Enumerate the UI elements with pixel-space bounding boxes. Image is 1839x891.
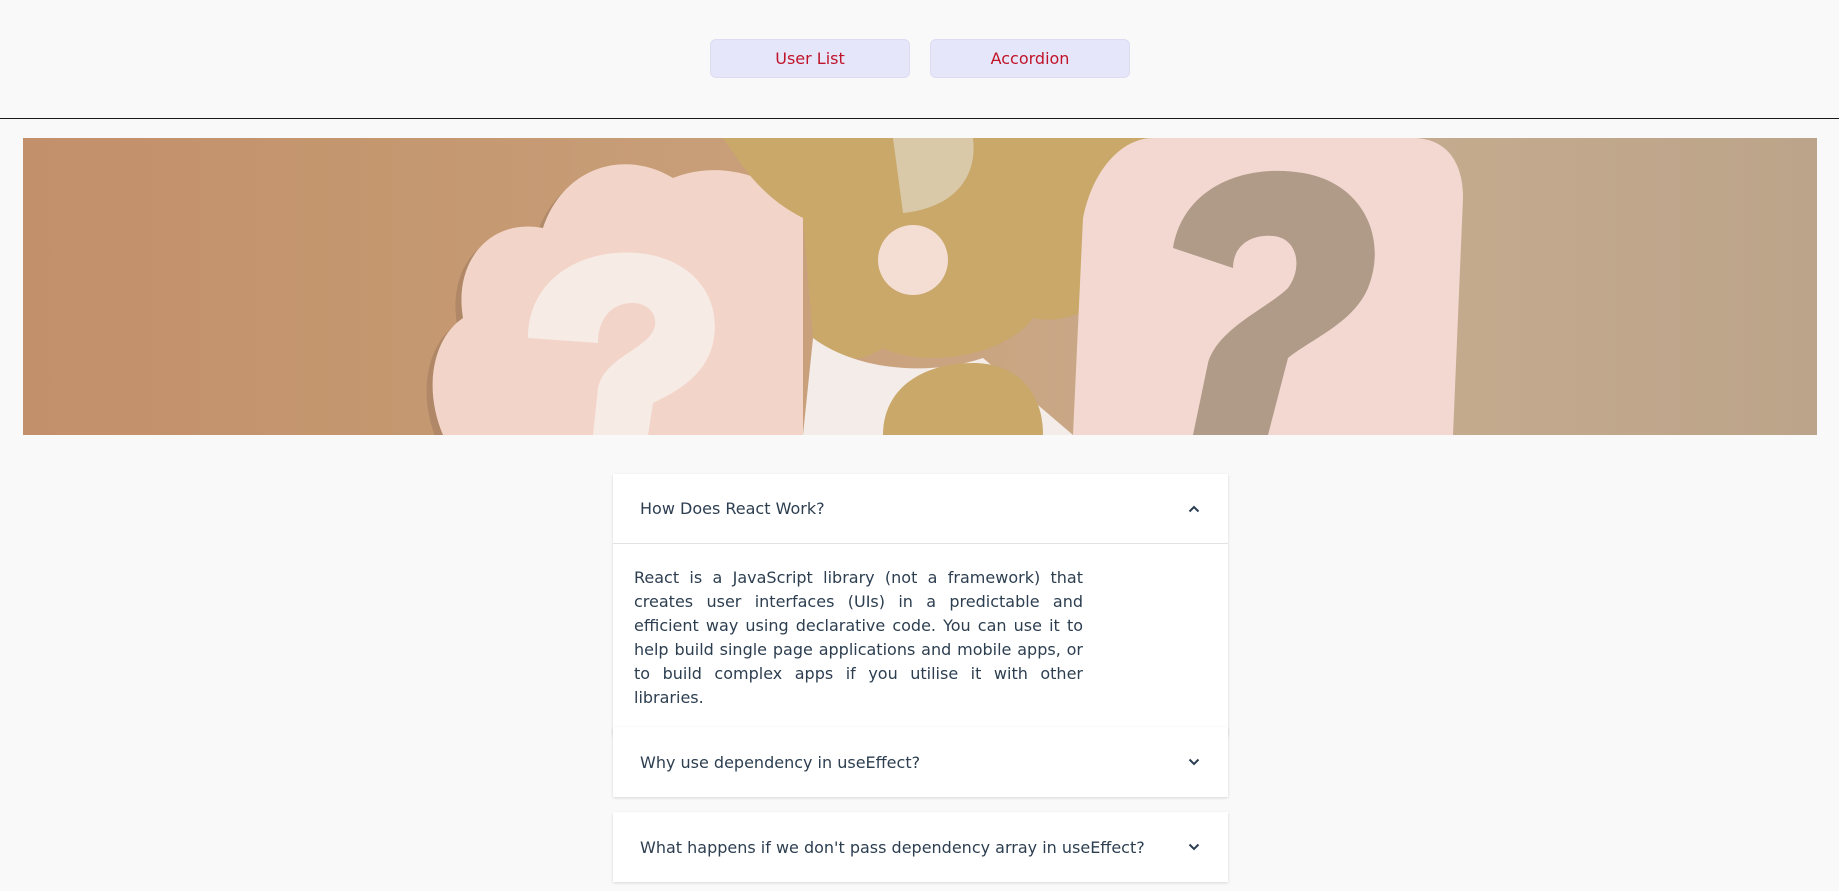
banner-image — [23, 138, 1817, 435]
chevron-down-icon[interactable] — [1187, 755, 1201, 769]
accordion-body-react: React is a JavaScript library (not a fra… — [634, 568, 1083, 707]
accordion-title: What happens if we don't pass dependency… — [640, 837, 1145, 857]
accordion-header-no-dependency[interactable]: What happens if we don't pass dependency… — [613, 812, 1228, 882]
top-nav: User List Accordion — [0, 0, 1839, 119]
accordion-item-no-dependency: What happens if we don't pass dependency… — [613, 812, 1228, 882]
accordion-button[interactable]: Accordion — [930, 39, 1130, 78]
accordion-title: How Does React Work? — [640, 499, 825, 518]
accordion-item-dependency: Why use dependency in useEffect? — [613, 727, 1228, 797]
chevron-down-icon[interactable] — [1187, 840, 1201, 854]
chevron-up-icon[interactable] — [1187, 502, 1201, 516]
question-mark-cutouts-illustration — [426, 138, 1463, 435]
user-list-button[interactable]: User List — [710, 39, 910, 78]
accordion-item-react: How Does React Work? React is a JavaScri… — [613, 474, 1228, 736]
accordion-header-dependency[interactable]: Why use dependency in useEffect? — [613, 727, 1228, 797]
accordion-title: Why use dependency in useEffect? — [640, 752, 921, 772]
accordion-header-react[interactable]: How Does React Work? — [613, 474, 1228, 544]
